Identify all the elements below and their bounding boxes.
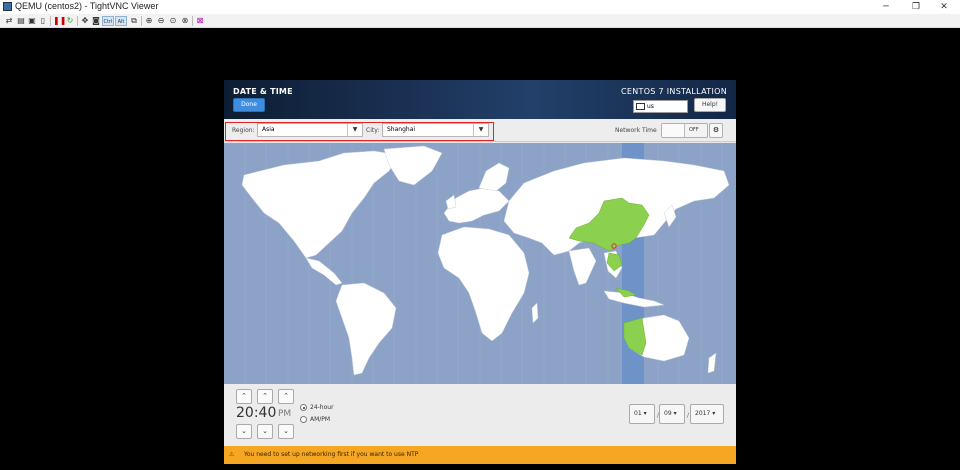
tightvnc-icon (3, 2, 12, 11)
keyboard-layout-label: us (647, 103, 654, 110)
done-button[interactable]: Done (233, 98, 265, 112)
alt-toggle[interactable]: Alt (115, 16, 127, 26)
region-label: Region: (232, 127, 255, 134)
warning-text: You need to set up networking first if y… (244, 451, 419, 458)
city-label: City: (366, 127, 380, 134)
zoom-100-icon[interactable]: ⊙ (168, 16, 178, 26)
send-cad-icon[interactable]: ✥ (80, 16, 90, 26)
close-button[interactable]: ✕ (928, 0, 960, 14)
switch-state: OFF (689, 127, 699, 133)
format-24h-radio[interactable] (300, 404, 307, 411)
ctrl-toggle[interactable]: Ctrl (102, 16, 114, 26)
fullscreen-icon[interactable]: ⊠ (195, 16, 205, 26)
pause-icon[interactable]: ❚❚ (53, 16, 66, 26)
time-date-panel: ⌃ ⌃ ⌃ 20:40 PM ⌄ ⌄ ⌄ 24-hour AM/PM 01 ▾ … (224, 384, 736, 446)
minute-up-button[interactable]: ⌃ (257, 389, 273, 404)
ntp-config-button[interactable]: ⚙ (709, 123, 723, 138)
network-time-label: Network Time (615, 127, 657, 134)
time-display: 20:40 (236, 405, 277, 421)
timezone-controls: Region: Asia ▼ City: Shanghai ▼ Network … (224, 119, 736, 142)
format-ampm-label: AM/PM (310, 416, 331, 423)
month-dropdown[interactable]: 01 ▾ (629, 404, 655, 424)
zoom-fit-icon[interactable]: ⊗ (180, 16, 190, 26)
installer-window: DATE & TIME Done CENTOS 7 INSTALLATION u… (224, 80, 736, 464)
save-icon[interactable]: ▤ (16, 16, 26, 26)
options-icon[interactable]: ▣ (27, 16, 37, 26)
installer-title: CENTOS 7 INSTALLATION (621, 87, 727, 96)
network-time-switch[interactable]: OFF (661, 123, 708, 138)
year-value: 2017 (695, 410, 711, 417)
vnc-toolbar: ⇄ ▤ ▣ ▯ ❚❚ ↻ ✥ ◙ Ctrl Alt ⧉ ⊕ ⊖ ⊙ ⊗ ⊠ (0, 14, 960, 28)
world-map[interactable] (224, 143, 736, 384)
ampm-indicator: PM (278, 409, 292, 419)
format-ampm-radio[interactable] (300, 416, 307, 423)
chevron-down-icon: ▼ (473, 124, 488, 136)
window-title-bar: QEMU (centos2) - TightVNC Viewer ─ ❐ ✕ (0, 0, 960, 14)
keyboard-icon (636, 103, 645, 110)
new-connection-icon[interactable]: ⇄ (4, 16, 14, 26)
date-separator: / (687, 412, 690, 419)
transfer-icon[interactable]: ⧉ (129, 16, 139, 26)
warning-icon: ⚠ (229, 451, 235, 458)
info-icon[interactable]: ▯ (38, 16, 48, 26)
chevron-down-icon: ▾ (673, 410, 677, 417)
day-dropdown[interactable]: 09 ▾ (659, 404, 685, 424)
city-combo[interactable]: Shanghai ▼ (382, 123, 489, 137)
minimize-button[interactable]: ─ (870, 0, 902, 14)
day-value: 09 (664, 410, 672, 417)
spoke-header: DATE & TIME Done CENTOS 7 INSTALLATION u… (224, 80, 736, 119)
chevron-down-icon: ▼ (347, 124, 362, 136)
switch-knob (662, 124, 685, 137)
page-title: DATE & TIME (233, 87, 293, 96)
zoom-in-icon[interactable]: ⊕ (144, 16, 154, 26)
chevron-down-icon: ▾ (712, 410, 716, 417)
window-title: QEMU (centos2) - TightVNC Viewer (15, 1, 159, 11)
timezone-map[interactable] (224, 143, 736, 384)
ampm-down-button[interactable]: ⌄ (278, 424, 294, 439)
minute-down-button[interactable]: ⌄ (257, 424, 273, 439)
city-value: Shanghai (387, 126, 416, 133)
region-combo[interactable]: Asia ▼ (257, 123, 363, 137)
zoom-out-icon[interactable]: ⊖ (156, 16, 166, 26)
month-value: 01 (634, 410, 642, 417)
help-button[interactable]: Help! (694, 98, 726, 112)
warning-bar: ⚠ You need to set up networking first if… (224, 446, 736, 464)
keyboard-layout-indicator[interactable]: us (633, 100, 688, 113)
hour-down-button[interactable]: ⌄ (236, 424, 252, 439)
gear-icon: ⚙ (712, 126, 720, 134)
year-dropdown[interactable]: 2017 ▾ (690, 404, 724, 424)
ampm-up-button[interactable]: ⌃ (278, 389, 294, 404)
refresh-icon[interactable]: ↻ (65, 16, 75, 26)
format-24h-label: 24-hour (310, 404, 334, 411)
hour-up-button[interactable]: ⌃ (236, 389, 252, 404)
chevron-down-icon: ▾ (643, 410, 647, 417)
region-value: Asia (262, 126, 275, 133)
send-ctrl-esc-icon[interactable]: ◙ (91, 16, 101, 26)
